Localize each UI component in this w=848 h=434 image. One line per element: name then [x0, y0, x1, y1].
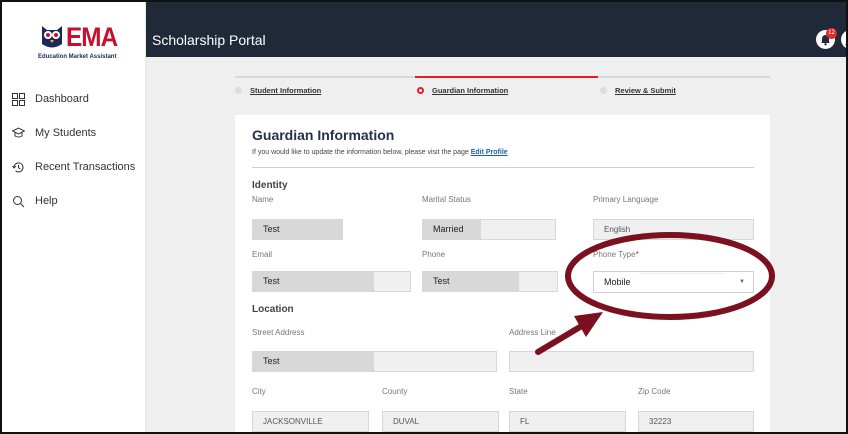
page-title: Scholarship Portal [152, 32, 266, 48]
phone-field[interactable]: Test [422, 271, 558, 292]
street-address-label: Street Address [252, 328, 305, 337]
sidebar-item-help[interactable]: Help [12, 184, 135, 218]
email-field[interactable]: Test [252, 271, 411, 292]
top-bar: Scholarship Portal 12 [146, 2, 846, 57]
primary-language-label: Primary Language [593, 195, 659, 204]
grid-icon [12, 92, 25, 106]
marital-status-field[interactable]: Married [422, 219, 556, 240]
state-label: State [509, 387, 528, 396]
user-icon [845, 44, 846, 45]
step-dot-active [417, 87, 424, 94]
state-field[interactable]: FL [509, 411, 626, 432]
divider [252, 167, 754, 168]
address-line-field[interactable] [509, 351, 754, 372]
street-address-field[interactable]: Test [252, 351, 497, 372]
step-review-submit[interactable]: Review & Submit [600, 86, 676, 95]
guardian-form-card: Guardian Information If you would like t… [235, 115, 770, 432]
owl-logo-icon [42, 26, 62, 48]
phone-type-select[interactable]: Mobile ▼ [593, 271, 754, 293]
name-field[interactable]: Test [252, 219, 343, 240]
address-line-label: Address Line [509, 328, 556, 337]
phone-type-label: Phone Type* [593, 250, 639, 259]
marital-status-label: Marital Status [422, 195, 471, 204]
history-icon [12, 161, 24, 172]
step-dot [235, 87, 242, 94]
name-label: Name [252, 195, 274, 204]
sidebar-item-dashboard[interactable]: Dashboard [12, 82, 135, 116]
county-label: County [382, 387, 408, 396]
notification-badge: 12 [826, 28, 837, 39]
step-label: Student Information [250, 86, 322, 95]
step-student-information[interactable]: Student Information [235, 86, 321, 95]
sidebar-item-label: My Students [35, 127, 97, 139]
phone-label: Phone [422, 250, 446, 259]
sidebar-item-label: Help [35, 195, 58, 207]
graduation-cap-icon [12, 126, 25, 137]
section-location-heading: Location [252, 304, 294, 315]
edit-profile-link[interactable]: Edit Profile [471, 149, 508, 156]
step-label: Review & Submit [615, 86, 676, 95]
step-guardian-information[interactable]: Guardian Information [417, 86, 508, 95]
zip-code-field[interactable]: 32223 [638, 411, 754, 432]
sidebar-item-recent-transactions[interactable]: Recent Transactions [12, 150, 135, 184]
stepper-track-active [415, 76, 598, 78]
user-avatar[interactable] [841, 30, 846, 49]
search-icon [13, 195, 25, 207]
sidebar-item-label: Recent Transactions [35, 161, 136, 173]
section-identity-heading: Identity [252, 180, 288, 191]
main-content: Student Information Guardian Information… [146, 57, 846, 432]
county-field[interactable]: DUVAL [382, 411, 499, 432]
sidebar-item-label: Dashboard [35, 93, 89, 105]
city-label: City [252, 387, 266, 396]
zip-code-label: Zip Code [638, 387, 671, 396]
app-window: EMA Education Market Assistant Dashboard… [0, 0, 848, 434]
chevron-down-icon: ▼ [739, 279, 745, 285]
step-label: Guardian Information [432, 86, 509, 95]
logo-subtitle: Education Market Assistant [38, 54, 117, 60]
sidebar-item-my-students[interactable]: My Students [12, 116, 135, 150]
step-dot [600, 87, 607, 94]
sidebar-nav: Dashboard My Students Recent Transaction… [12, 82, 135, 218]
form-description: If you would like to update the informat… [252, 149, 508, 156]
city-field[interactable]: JACKSONVILLE [252, 411, 369, 432]
progress-stepper: Student Information Guardian Information… [235, 76, 770, 104]
ema-logo[interactable]: EMA Education Market Assistant [36, 22, 118, 66]
sidebar: EMA Education Market Assistant Dashboard… [2, 2, 146, 432]
form-title: Guardian Information [252, 127, 395, 143]
logo-text: EMA [66, 22, 118, 52]
primary-language-field[interactable]: English [593, 219, 754, 240]
email-label: Email [252, 250, 273, 259]
